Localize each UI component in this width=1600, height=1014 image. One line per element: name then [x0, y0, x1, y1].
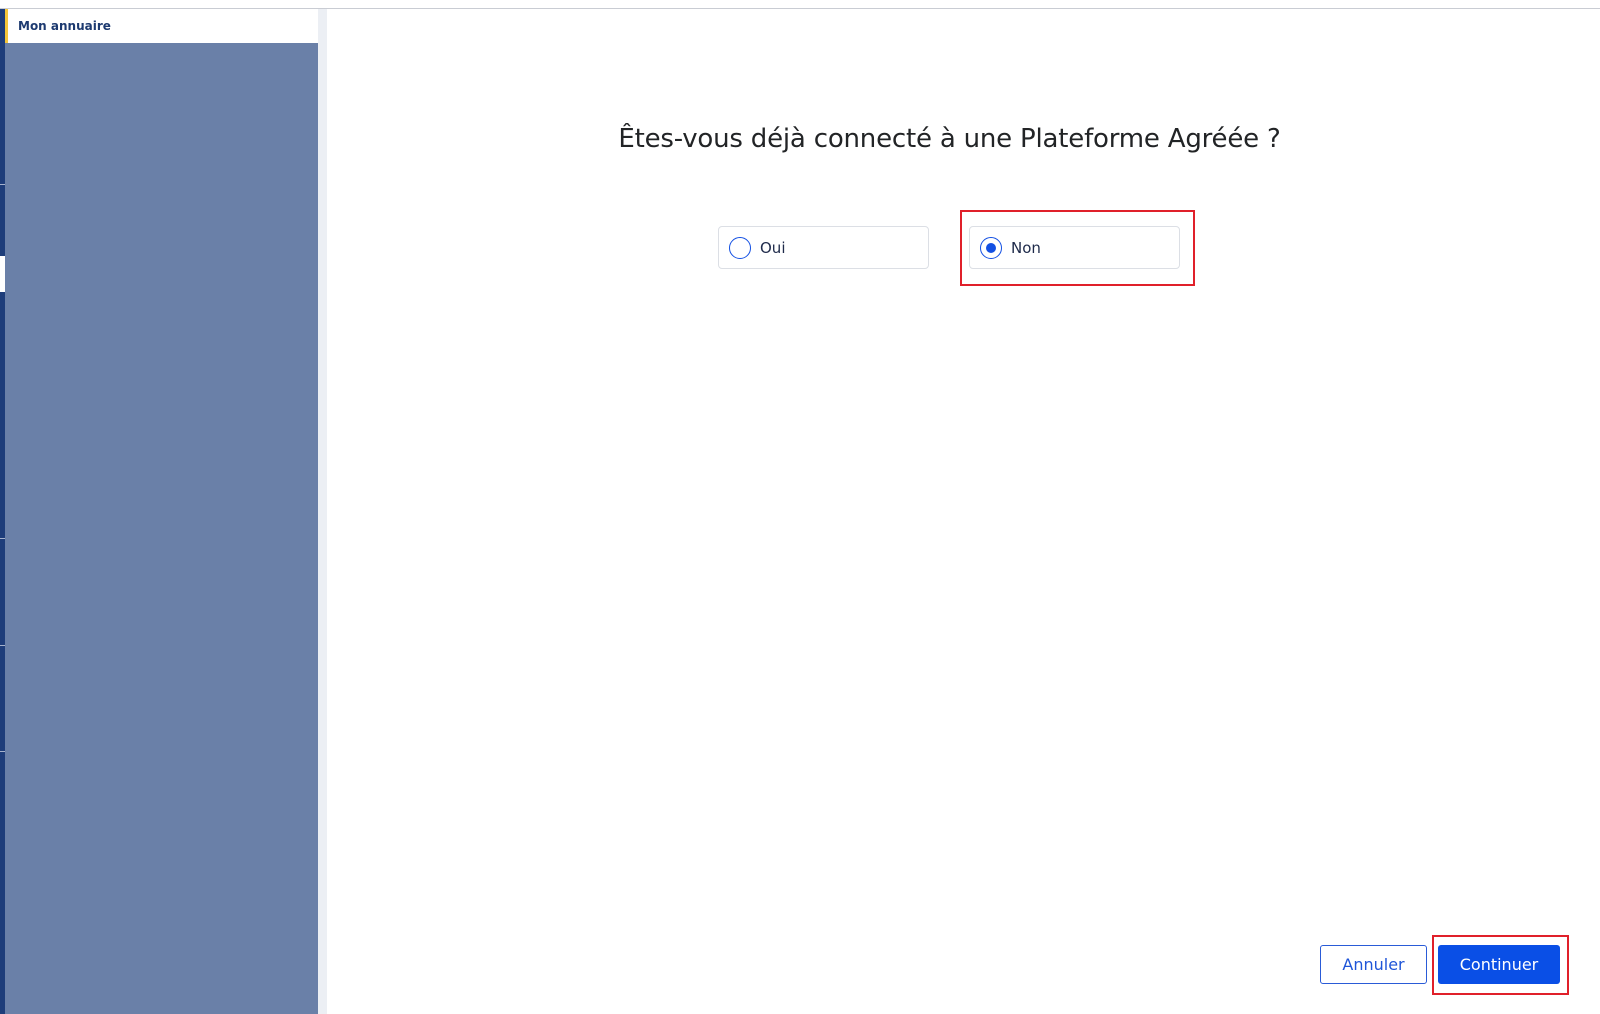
option-oui[interactable]: Oui — [718, 226, 929, 269]
sidebar: Mon annuaire — [5, 9, 318, 1014]
sidebar-item-label: Mon annuaire — [18, 19, 111, 33]
app-window: Mon annuaire Êtes-vous déjà connecté à u… — [0, 0, 1600, 1014]
radio-dot — [986, 242, 996, 253]
continue-button[interactable]: Continuer — [1438, 945, 1560, 984]
active-accent-bar — [5, 9, 8, 43]
option-non[interactable]: Non — [969, 226, 1180, 269]
top-bar — [0, 0, 1600, 9]
main-content: Êtes-vous déjà connecté à une Plateforme… — [327, 9, 1600, 1014]
radio-unchecked-icon[interactable] — [729, 236, 751, 259]
cancel-button[interactable]: Annuler — [1320, 945, 1427, 984]
question-title: Êtes-vous déjà connecté à une Plateforme… — [618, 124, 1281, 154]
option-label: Non — [1011, 238, 1041, 257]
radio-checked-icon[interactable] — [980, 236, 1002, 259]
option-label: Oui — [760, 238, 786, 257]
sidebar-item-mon-annuaire[interactable]: Mon annuaire — [5, 9, 318, 43]
sidebar-gutter — [318, 9, 327, 1014]
